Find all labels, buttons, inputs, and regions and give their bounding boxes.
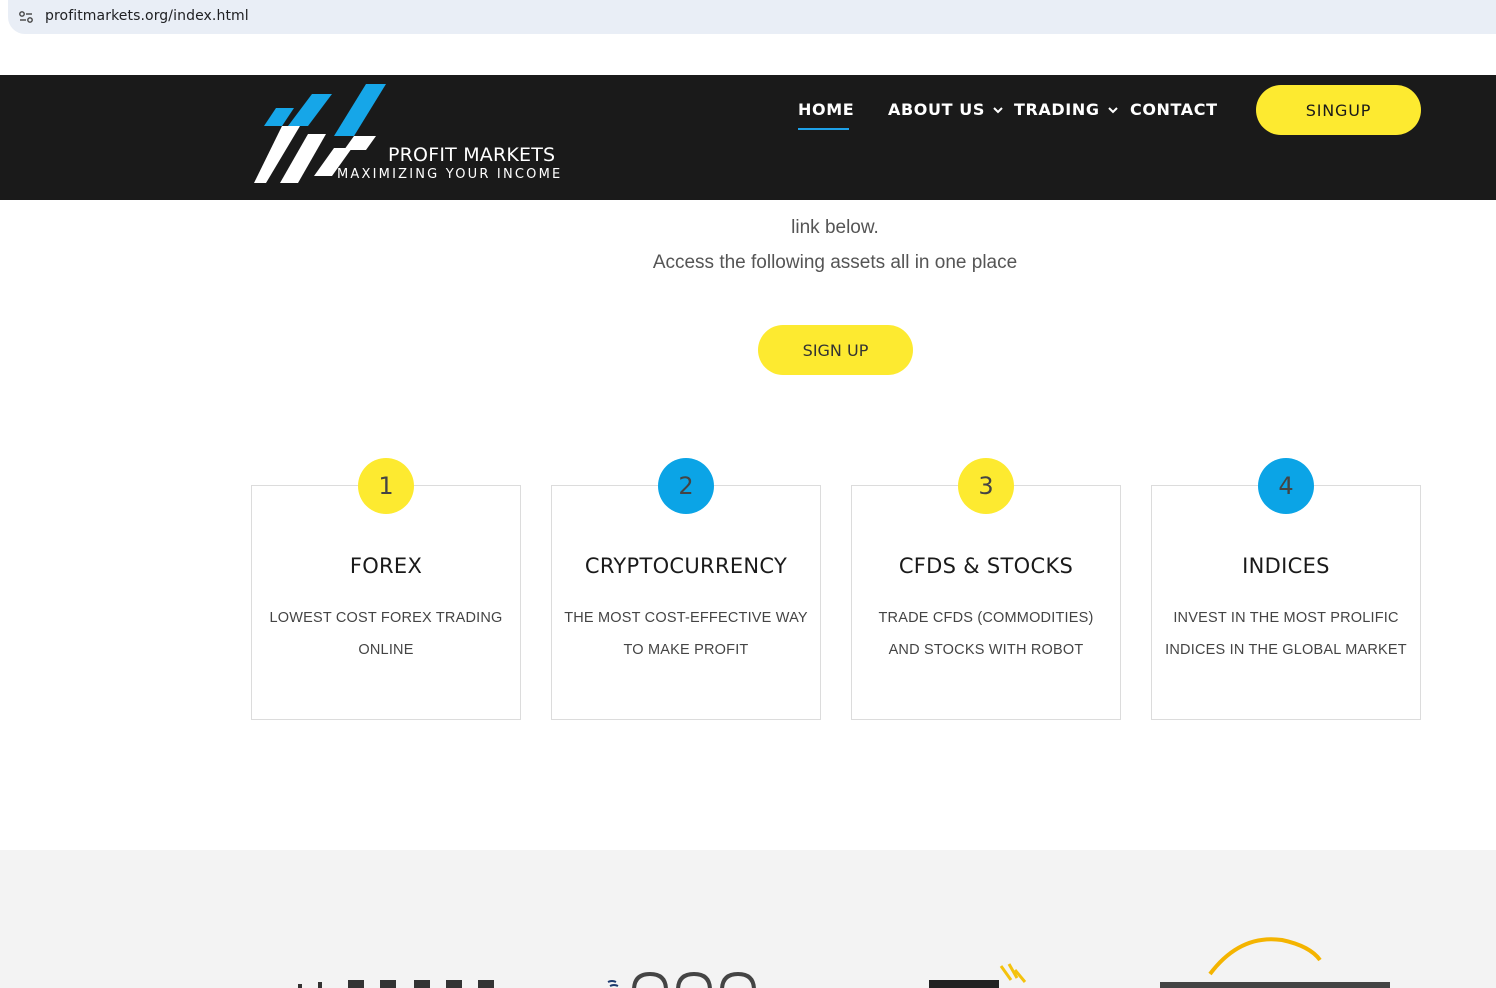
logo-tagline: MAXIMIZING YOUR INCOME (337, 167, 563, 182)
site-header: PROFIT MARKETS MAXIMIZING YOUR INCOME HO… (0, 75, 1496, 200)
card-title: INDICES (1242, 554, 1330, 578)
card-cfds-stocks[interactable]: 3 CFDS & STOCKS TRADE CFDS (COMMODITIES)… (851, 458, 1121, 720)
card-description: TRADE CFDS (COMMODITIES) AND STOCKS WITH… (878, 610, 1094, 658)
nav-trading-label: TRADING (1014, 100, 1100, 119)
card-number-badge: 1 (358, 458, 414, 514)
nav-contact-label: CONTACT (1130, 100, 1218, 119)
partner-logo-1 (298, 980, 494, 988)
card-number-badge: 4 (1258, 458, 1314, 514)
address-bar[interactable]: profitmarkets.org/index.html (8, 0, 1496, 34)
card-forex[interactable]: 1 FOREX LOWEST COST FOREX TRADING ONLINE (251, 458, 521, 720)
intro-line-assets: Access the following assets all in one p… (652, 252, 1018, 273)
nav-trading[interactable]: TRADING (1014, 100, 1118, 119)
partner-logo-4 (1160, 937, 1390, 988)
nav-home[interactable]: HOME (798, 100, 854, 119)
intro-line-link: link below. (791, 217, 879, 238)
card-title: CFDS & STOCKS (898, 554, 1074, 578)
card-indices[interactable]: 4 INDICES INVEST IN THE MOST PROLIFIC IN… (1151, 458, 1421, 720)
card-title: FOREX (349, 554, 423, 578)
nav-home-label: HOME (798, 100, 855, 119)
logo-title: PROFIT MARKETS (388, 144, 556, 166)
site-logo[interactable]: PROFIT MARKETS MAXIMIZING YOUR INCOME (252, 84, 582, 186)
card-description: LOWEST COST FOREX TRADING ONLINE (269, 610, 503, 658)
partner-logo-2 (607, 971, 756, 988)
site-settings-icon[interactable] (18, 9, 34, 25)
partner-logo-3 (929, 963, 1027, 988)
card-cryptocurrency[interactable]: 2 CRYPTOCURRENCY THE MOST COST-EFFECTIVE… (551, 458, 821, 720)
nav-about-label: ABOUT US (888, 100, 985, 119)
card-title: CRYPTOCURRENCY (584, 554, 788, 578)
nav-active-indicator (798, 128, 849, 130)
card-number-badge: 2 (658, 458, 714, 514)
card-number-badge: 3 (958, 458, 1014, 514)
nav-about-us[interactable]: ABOUT US (888, 100, 1003, 119)
card-description: INVEST IN THE MOST PROLIFIC INDICES IN T… (1165, 610, 1407, 658)
card-description: THE MOST COST-EFFECTIVE WAY TO MAKE PROF… (564, 610, 808, 658)
partners-section (0, 850, 1496, 988)
chevron-down-icon (993, 106, 1003, 113)
nav-contact[interactable]: CONTACT (1130, 100, 1218, 119)
chevron-down-icon (1107, 106, 1118, 113)
signup-button[interactable]: SIGN UP (758, 325, 913, 375)
intro-clipped-text (0, 200, 1496, 206)
url-text[interactable]: profitmarkets.org/index.html (45, 8, 249, 24)
header-signup-button[interactable]: SINGUP (1256, 85, 1421, 135)
